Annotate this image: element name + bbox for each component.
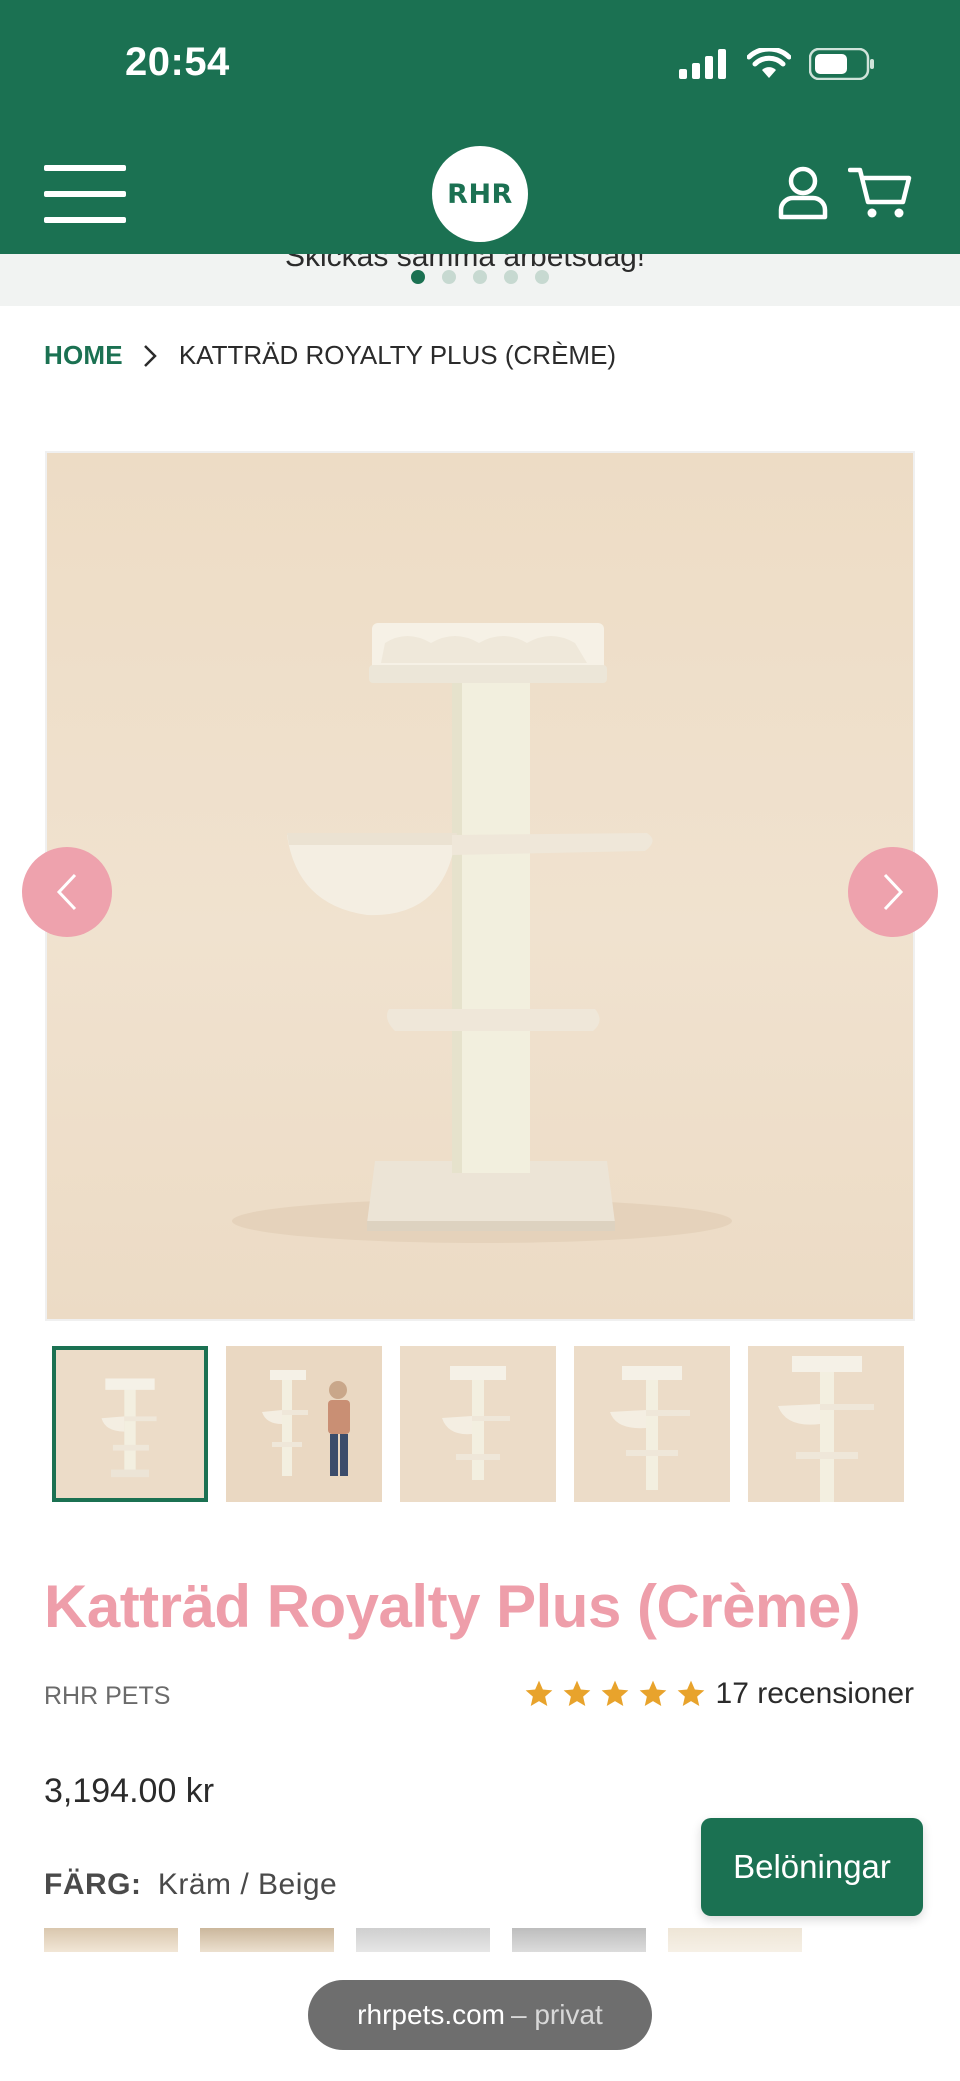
- menu-button[interactable]: [44, 165, 126, 223]
- breadcrumb-home[interactable]: HOME: [44, 340, 123, 371]
- thumbnail[interactable]: [574, 1346, 730, 1502]
- thumbnail[interactable]: [226, 1346, 382, 1502]
- color-swatch[interactable]: [512, 1928, 646, 1952]
- product-main-image[interactable]: [45, 451, 915, 1321]
- account-icon[interactable]: [778, 166, 828, 220]
- rewards-button[interactable]: Belöningar: [701, 1818, 923, 1916]
- status-icons: [679, 48, 875, 80]
- color-swatch[interactable]: [668, 1928, 802, 1952]
- logo[interactable]: RHR: [432, 146, 528, 242]
- browser-url-bar[interactable]: rhrpets.com – privat: [308, 1980, 652, 2050]
- battery-icon: [809, 48, 874, 80]
- chevron-right-icon: [883, 873, 904, 911]
- product-price: 3,194.00 kr: [44, 1772, 215, 1810]
- color-swatch[interactable]: [44, 1928, 178, 1952]
- product-title: Katträd Royalty Plus (Crème): [44, 1573, 861, 1640]
- wifi-icon: [747, 48, 791, 78]
- chevron-right-icon: [143, 344, 157, 367]
- promo-carousel: Skickas samma arbetsdag!: [0, 254, 960, 306]
- carousel-dot[interactable]: [473, 270, 487, 284]
- star-icon: [601, 1680, 628, 1706]
- chevron-left-icon: [56, 873, 77, 911]
- color-option: FÄRG: Kräm / Beige: [44, 1868, 337, 1902]
- thumbnail[interactable]: [748, 1346, 904, 1502]
- product-rating[interactable]: 17 recensioner: [522, 1677, 914, 1711]
- carousel-dot[interactable]: [535, 270, 549, 284]
- carousel-dot[interactable]: [504, 270, 518, 284]
- thumbnail[interactable]: [400, 1346, 556, 1502]
- color-label: FÄRG:: [44, 1868, 142, 1901]
- star-icon: [525, 1680, 552, 1706]
- breadcrumb: HOME KATTRÄD ROYALTY PLUS (CRÈME): [44, 340, 616, 371]
- thumbnail[interactable]: [52, 1346, 208, 1502]
- thumbnail-strip: [52, 1346, 904, 1502]
- product-vendor[interactable]: RHR PETS: [44, 1682, 170, 1711]
- cart-icon[interactable]: [848, 166, 912, 220]
- status-time: 20:54: [125, 40, 230, 84]
- color-value: Kräm / Beige: [157, 1868, 338, 1901]
- prev-image-button[interactable]: [22, 847, 112, 937]
- next-image-button[interactable]: [848, 847, 938, 937]
- url-domain: rhrpets.com: [357, 1999, 505, 2030]
- carousel-dot[interactable]: [411, 270, 425, 284]
- color-swatch[interactable]: [200, 1928, 334, 1952]
- star-icon: [639, 1680, 666, 1706]
- logo-text: RHR: [447, 178, 513, 210]
- star-icon: [677, 1680, 704, 1706]
- cat-tree-image: [232, 623, 732, 1243]
- site-header: 20:54 RHR: [0, 0, 960, 254]
- color-swatches: [44, 1928, 802, 1952]
- review-count[interactable]: 17 recensioner: [716, 1677, 914, 1711]
- breadcrumb-current: KATTRÄD ROYALTY PLUS (CRÈME): [178, 340, 617, 370]
- star-icon: [563, 1680, 590, 1706]
- private-mode-label: – privat: [511, 1999, 603, 2030]
- signal-icon: [679, 49, 726, 79]
- carousel-dot[interactable]: [442, 270, 456, 284]
- color-swatch[interactable]: [356, 1928, 490, 1952]
- carousel-dots: [0, 270, 960, 284]
